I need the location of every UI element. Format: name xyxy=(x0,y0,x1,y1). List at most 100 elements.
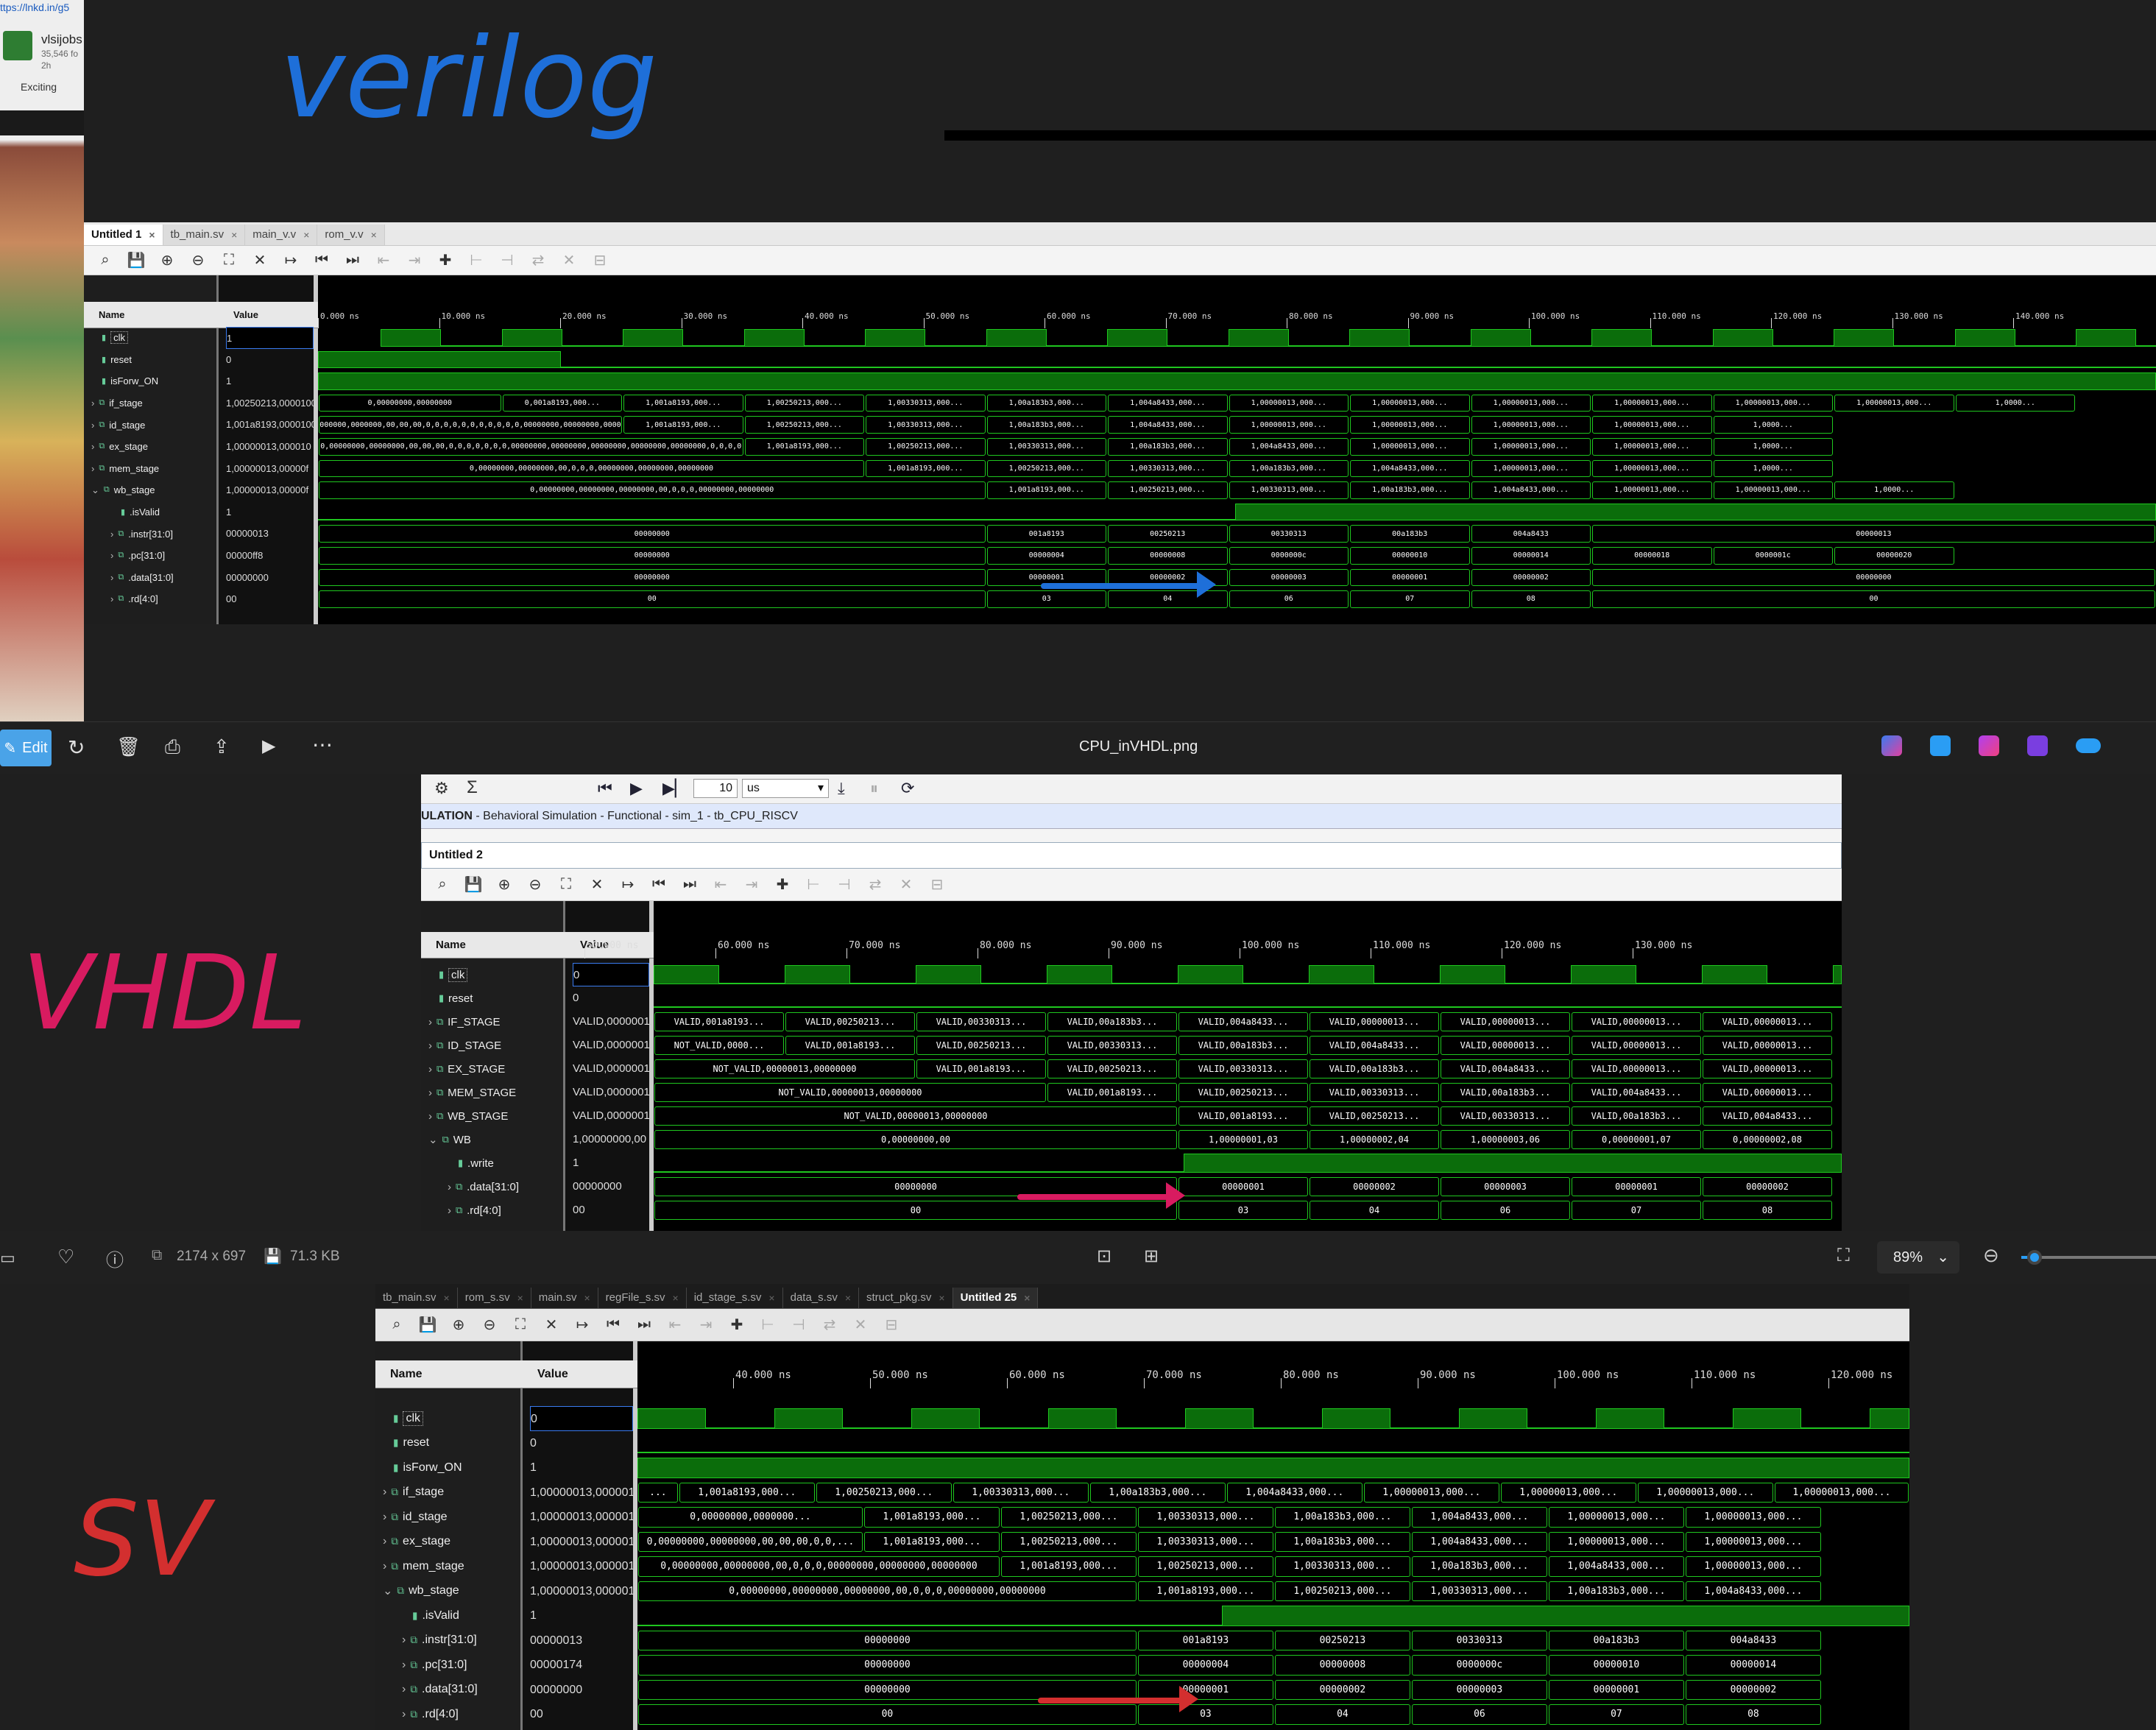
zoom-in-icon[interactable]: ⊕ xyxy=(443,1309,474,1341)
expand-chevron-right-icon[interactable]: › xyxy=(402,1708,406,1721)
expand-chevron-right-icon[interactable]: › xyxy=(110,572,113,583)
zoom-out-icon[interactable]: ⊖ xyxy=(183,246,213,275)
name-header[interactable]: Name xyxy=(421,932,565,958)
save-icon[interactable]: 💾 xyxy=(458,869,489,900)
snap-icon[interactable]: ⊟ xyxy=(584,246,615,275)
signal-isforwon[interactable]: ▮ isForw_ON xyxy=(383,1455,462,1480)
relaunch-icon[interactable]: ⟳ xyxy=(901,779,914,798)
pause-icon[interactable]: ⏸ xyxy=(870,779,878,798)
signal-isvalid[interactable]: ▮ .isValid xyxy=(402,1603,459,1628)
expand-chevron-right-icon[interactable]: › xyxy=(428,1087,432,1099)
zoom-fit-icon[interactable]: ⛶ xyxy=(505,1309,536,1341)
close-icon[interactable]: × xyxy=(673,1288,679,1308)
signal-reset[interactable]: ▮ reset xyxy=(428,986,473,1010)
settings-icon[interactable]: ⚙ xyxy=(434,779,449,798)
url-text[interactable]: ttps://lnkd.in/g5 xyxy=(0,1,84,13)
next-edge-icon[interactable]: ⇥ xyxy=(399,246,430,275)
go-start-icon[interactable]: ⏮ xyxy=(306,246,337,275)
zoom-select[interactable]: 89% ⌄ xyxy=(1877,1241,1959,1274)
go-end-icon[interactable]: ⏭ xyxy=(629,1309,660,1341)
tab-6[interactable]: struct_pkg.sv × xyxy=(859,1288,953,1308)
next-edge-icon[interactable]: ⇥ xyxy=(690,1309,721,1341)
expand-chevron-right-icon[interactable]: › xyxy=(383,1511,386,1524)
signal-memstage[interactable]: › ⧉ MEM_STAGE xyxy=(428,1081,516,1104)
clipchamp-icon[interactable] xyxy=(2027,735,2048,756)
tab-4[interactable]: id_stage_s.sv × xyxy=(686,1288,783,1308)
expand-chevron-right-icon[interactable]: › xyxy=(110,550,113,561)
signal-ifstage[interactable]: › ⧉ IF_STAGE xyxy=(428,1010,501,1034)
go-end-icon[interactable]: ⏭ xyxy=(337,246,368,275)
expand-chevron-right-icon[interactable]: › xyxy=(428,1110,432,1123)
search-icon[interactable]: ⌕ xyxy=(381,1309,412,1341)
visual-search-icon[interactable]: ⊡ xyxy=(1097,1246,1111,1267)
signal-data310[interactable]: › ⧉ .data[31:0] xyxy=(110,567,174,589)
swap-icon[interactable]: ⇄ xyxy=(860,869,891,900)
signal-exstage[interactable]: › ⧉ EX_STAGE xyxy=(428,1057,505,1081)
step-icon[interactable]: ⤓ xyxy=(838,779,845,798)
edit-button[interactable]: ✎ Edit xyxy=(0,730,52,766)
delete-marker-icon[interactable]: ✕ xyxy=(845,1309,876,1341)
signal-isvalid[interactable]: ▮ .isValid xyxy=(110,501,160,523)
signal-clk[interactable]: ▮ clk xyxy=(91,327,128,349)
expand-chevron-right-icon[interactable]: › xyxy=(91,463,94,474)
signal-wbstage[interactable]: › ⧉ WB_STAGE xyxy=(428,1104,508,1128)
restart-icon[interactable]: ⏮ xyxy=(598,779,612,798)
expand-chevron-right-icon[interactable]: › xyxy=(110,529,113,540)
expand-chevron-down-icon[interactable]: ⌄ xyxy=(428,1133,438,1146)
zoom-fit-icon[interactable]: ⛶ xyxy=(551,869,582,900)
text-scan-icon[interactable]: ⊞ xyxy=(1144,1246,1159,1267)
signal-instr310[interactable]: › ⧉ .instr[31:0] xyxy=(402,1628,477,1653)
next-marker-icon[interactable]: ⊣ xyxy=(783,1309,814,1341)
print-icon[interactable]: ⎙ xyxy=(165,735,180,759)
tab-3[interactable]: rom_v.v × xyxy=(317,225,385,245)
tab-1[interactable]: tb_main.sv × xyxy=(163,225,246,245)
signal-wbstage[interactable]: ⌄ ⧉ wb_stage xyxy=(383,1579,459,1604)
tab-1[interactable]: rom_s.sv × xyxy=(457,1288,531,1308)
fit-icon[interactable]: ⛶ xyxy=(1837,1246,1850,1266)
close-icon[interactable]: × xyxy=(517,1288,523,1308)
close-icon[interactable]: × xyxy=(1024,1288,1030,1308)
go-start-icon[interactable]: ⏮ xyxy=(598,1309,629,1341)
expand-chevron-right-icon[interactable]: › xyxy=(402,1659,406,1672)
close-icon[interactable]: × xyxy=(371,225,377,245)
signal-exstage[interactable]: › ⧉ ex_stage xyxy=(383,1530,450,1555)
signal-rd40[interactable]: › ⧉ .rd[4:0] xyxy=(402,1702,459,1727)
tab-0[interactable]: tb_main.sv × xyxy=(375,1288,458,1308)
slideshow-icon[interactable]: ▶ xyxy=(262,735,275,757)
tab-3[interactable]: regFile_s.sv × xyxy=(598,1288,687,1308)
close-icon[interactable]: × xyxy=(768,1288,774,1308)
next-marker-icon[interactable]: ⊣ xyxy=(829,869,860,900)
signal-memstage[interactable]: › ⧉ mem_stage xyxy=(383,1554,464,1579)
close-icon[interactable]: × xyxy=(584,1288,590,1308)
signal-wb[interactable]: ⌄ ⧉ WB xyxy=(428,1128,471,1151)
expand-chevron-right-icon[interactable]: › xyxy=(402,1634,406,1647)
close-icon[interactable]: × xyxy=(939,1288,944,1308)
run-time-input[interactable]: 10 xyxy=(693,779,738,798)
signal-reset[interactable]: ▮ reset xyxy=(383,1431,429,1456)
close-icon[interactable]: × xyxy=(444,1288,450,1308)
signal-rd40[interactable]: › ⧉ .rd[4:0] xyxy=(448,1198,501,1222)
filmstrip-icon[interactable]: ▭ xyxy=(0,1249,15,1268)
signal-rd40[interactable]: › ⧉ .rd[4:0] xyxy=(110,588,158,610)
tab-untitled-2[interactable]: Untitled 2 xyxy=(429,849,483,862)
swap-icon[interactable]: ⇄ xyxy=(523,246,554,275)
tab-5[interactable]: data_s.sv × xyxy=(782,1288,860,1308)
snap-icon[interactable]: ⊟ xyxy=(922,869,952,900)
delete-marker-icon[interactable]: ✕ xyxy=(554,246,584,275)
add-marker-icon[interactable]: ✚ xyxy=(721,1309,752,1341)
value-header[interactable]: Value xyxy=(219,302,318,328)
zoom-in-icon[interactable]: ⊕ xyxy=(152,246,183,275)
marker-icon[interactable]: ↦ xyxy=(567,1309,598,1341)
expand-chevron-right-icon[interactable]: › xyxy=(91,441,94,452)
signal-memstage[interactable]: › ⧉ mem_stage xyxy=(91,458,159,480)
next-marker-icon[interactable]: ⊣ xyxy=(492,246,523,275)
cursor-icon[interactable]: ✕ xyxy=(582,869,612,900)
snap-icon[interactable]: ⊟ xyxy=(876,1309,907,1341)
zoom-in-icon[interactable]: ⊕ xyxy=(489,869,520,900)
close-icon[interactable]: × xyxy=(845,1288,851,1308)
more-icon[interactable]: ⋯ xyxy=(312,732,333,757)
add-marker-icon[interactable]: ✚ xyxy=(767,869,798,900)
expand-chevron-right-icon[interactable]: › xyxy=(448,1181,451,1193)
tab-2[interactable]: main.sv × xyxy=(531,1288,598,1308)
run-for-icon[interactable]: ▶▏ xyxy=(662,779,688,798)
